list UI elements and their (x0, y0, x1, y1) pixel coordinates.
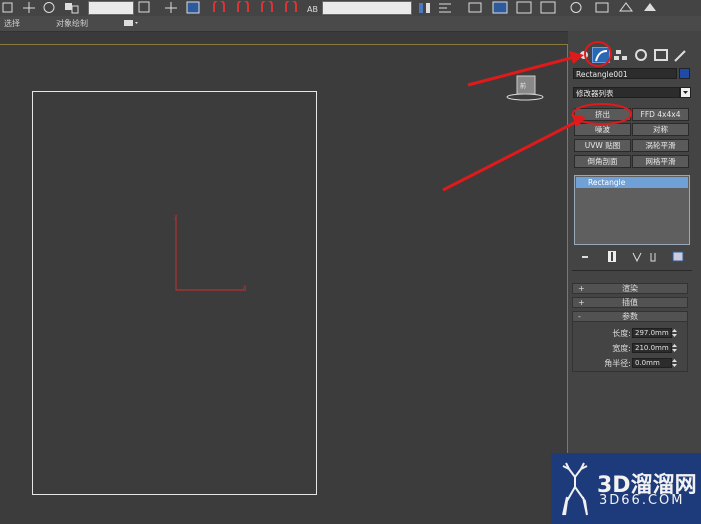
svg-text:前: 前 (520, 82, 526, 90)
rotate-icon[interactable] (42, 1, 56, 14)
ribbon-object-paint-label[interactable]: 对象绘制 (56, 18, 88, 29)
layer-manager-icon[interactable] (468, 1, 482, 14)
corner-radius-spinner-icon[interactable] (671, 358, 678, 368)
object-name-field[interactable]: Rectangle001 (573, 68, 677, 79)
width-spinner-icon[interactable] (671, 343, 678, 353)
rollout-rendering[interactable]: + 渲染 (572, 283, 688, 294)
curve-editor-icon[interactable] (492, 1, 508, 14)
motion-tab-icon[interactable] (632, 47, 650, 63)
render-production-icon[interactable] (618, 1, 634, 14)
length-label: 长度: (612, 329, 631, 338)
length-field[interactable]: 297.0mm (632, 328, 672, 338)
pivot-icon[interactable] (138, 1, 150, 14)
render-iterative-icon[interactable] (642, 1, 658, 14)
modifier-button-symmetry[interactable]: 对称 (632, 123, 689, 136)
named-selection-dropdown[interactable] (322, 1, 412, 15)
viewport-active-border (0, 44, 568, 45)
move-icon[interactable] (22, 1, 36, 14)
material-editor-icon[interactable] (540, 1, 556, 14)
modifier-button-bevel-profile[interactable]: 倒角剖面 (574, 155, 631, 168)
ribbon-toggle-icon[interactable] (124, 19, 140, 30)
scale-icon[interactable] (64, 1, 80, 14)
svg-text:x: x (243, 284, 247, 291)
corner-radius-label: 角半径: (604, 359, 631, 368)
percent-snap-icon[interactable] (260, 1, 276, 14)
width-field[interactable]: 210.0mm (632, 343, 672, 353)
make-unique-icon[interactable] (632, 252, 642, 264)
configure-sets-icon[interactable] (672, 251, 684, 265)
angle-snap-icon[interactable] (236, 1, 252, 14)
keyboard-shortcut-icon[interactable] (186, 1, 200, 14)
command-panel (568, 31, 701, 524)
modifier-button-noise[interactable]: 噪波 (574, 123, 631, 136)
ribbon-selection-label[interactable]: 选择 (4, 18, 20, 29)
ribbon-bar: 选择 对象绘制 (0, 16, 701, 32)
utilities-tab-icon[interactable] (672, 47, 690, 63)
spinner-snap-icon[interactable] (284, 1, 300, 14)
stack-controls (578, 250, 692, 264)
length-spinner-icon[interactable] (671, 328, 678, 338)
rollout-title: 参数 (622, 312, 638, 321)
rendered-frame-icon[interactable] (594, 1, 610, 14)
hierarchy-tab-icon[interactable] (612, 47, 630, 63)
show-end-result-icon[interactable] (606, 250, 618, 265)
align-icon[interactable] (438, 1, 452, 14)
edit-named-selection-icon[interactable]: ABC (306, 1, 318, 14)
corner-radius-field[interactable]: 0.0mm (632, 358, 672, 368)
watermark-subtext: 3D66.COM (599, 493, 685, 508)
main-toolbar: ABC (0, 0, 701, 17)
modifier-button-meshsmooth[interactable]: 网格平滑 (632, 155, 689, 168)
rollout-title: 渲染 (622, 284, 638, 293)
mirror-icon[interactable] (418, 1, 432, 14)
create-tab-icon[interactable] (575, 47, 593, 63)
watermark: 3D溜溜网 3D66.COM (551, 453, 701, 524)
modifier-stack: Rectangle (574, 175, 690, 245)
object-color-swatch[interactable] (679, 68, 690, 79)
rollout-parameters[interactable]: - 参数 (572, 311, 688, 322)
modifier-button-uvw-map[interactable]: UVW 贴图 (574, 139, 631, 152)
pin-stack-icon[interactable] (580, 252, 590, 264)
svg-text:ABC: ABC (307, 5, 318, 14)
rollout-title: 插值 (622, 298, 638, 307)
schematic-view-icon[interactable] (516, 1, 532, 14)
modifier-button-turbosmooth[interactable]: 涡轮平滑 (632, 139, 689, 152)
stack-item-rectangle[interactable]: Rectangle (576, 177, 688, 188)
select-manipulate-icon[interactable] (164, 1, 178, 14)
display-tab-icon[interactable] (652, 47, 670, 63)
modify-tab-icon[interactable] (592, 47, 610, 63)
rollout-interpolation[interactable]: + 插值 (572, 297, 688, 308)
modifier-button-extrude[interactable]: 挤出 (574, 108, 631, 121)
transform-gizmo[interactable]: y x (172, 214, 252, 294)
deer-logo-icon (562, 462, 588, 516)
modifier-list-dropdown[interactable]: 修改器列表 (573, 87, 680, 98)
svg-text:y: y (174, 214, 178, 220)
snap-icon[interactable] (212, 1, 228, 14)
remove-modifier-icon[interactable] (648, 251, 658, 265)
dropdown-arrow-icon[interactable] (680, 87, 691, 98)
select-region-icon[interactable] (2, 1, 14, 14)
width-label: 宽度: (612, 344, 631, 353)
render-setup-icon[interactable] (568, 1, 584, 14)
modifier-button-ffd[interactable]: FFD 4x4x4 (632, 108, 689, 121)
viewcube[interactable]: 前 (505, 70, 547, 104)
divider (572, 270, 692, 271)
reference-coord-dropdown[interactable] (88, 1, 134, 15)
